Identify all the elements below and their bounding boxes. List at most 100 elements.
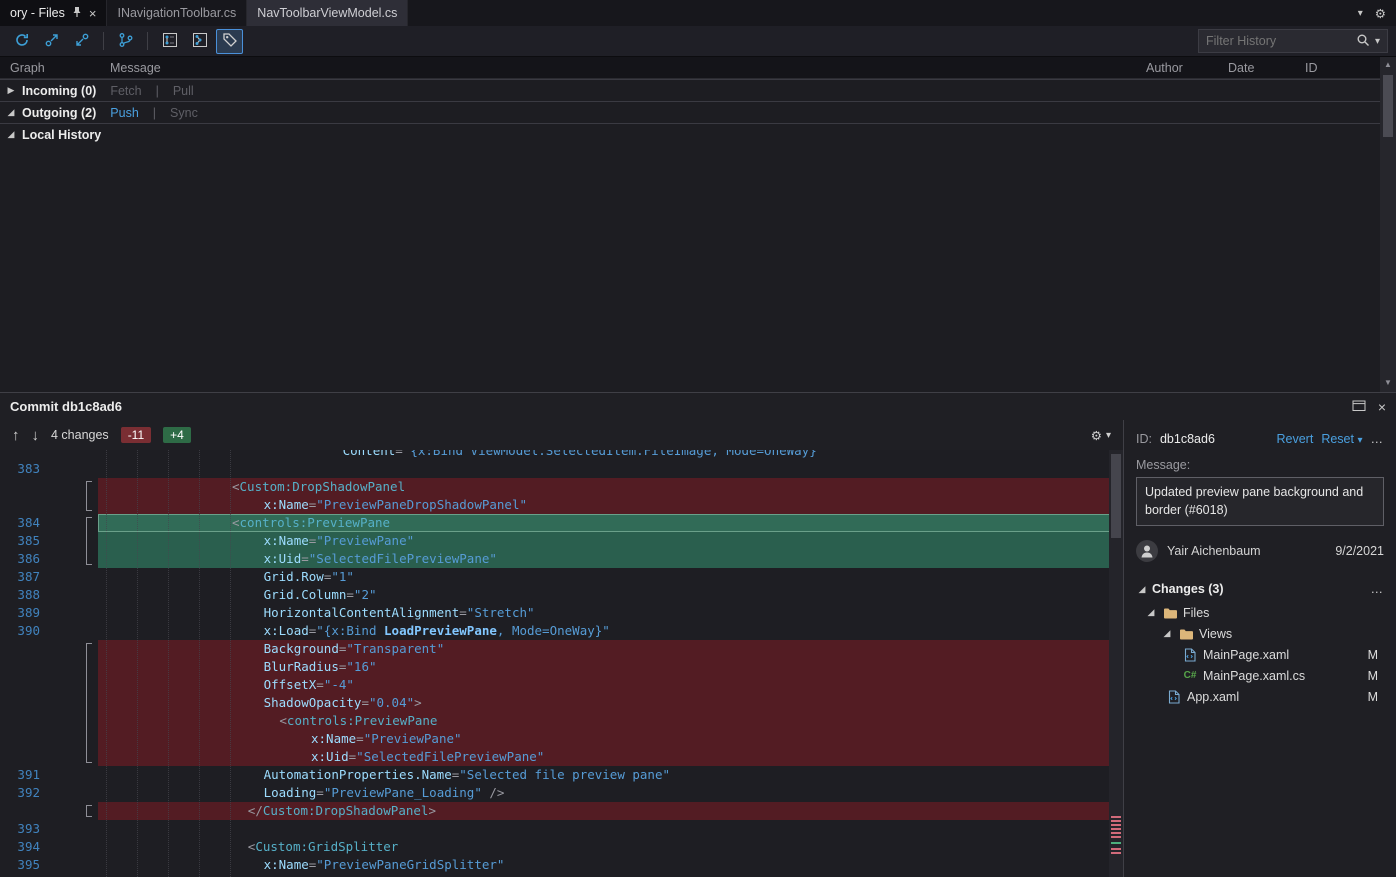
close-panel-icon[interactable]: × — [1378, 399, 1386, 415]
go-to-last-commit-button[interactable] — [68, 29, 95, 54]
diff-line[interactable]: 389HorizontalContentAlignment="Stretch" — [0, 604, 1123, 622]
tree-item-mainpage-xaml[interactable]: MainPage.xamlM — [1136, 644, 1384, 665]
scroll-up-icon[interactable]: ▲ — [1384, 57, 1392, 72]
diff-line[interactable]: <Custom:DropShadowPanel — [0, 478, 1123, 496]
column-header-date[interactable]: Date — [1228, 61, 1305, 75]
collapsed-icon[interactable]: ▶ — [5, 85, 17, 96]
reset-link[interactable]: Reset ▾ — [1321, 432, 1362, 446]
diff-line[interactable]: Background="Transparent" — [0, 640, 1123, 658]
tree-item-mainpage-xaml-cs[interactable]: C#MainPage.xaml.csM — [1136, 665, 1384, 686]
diff-line[interactable]: x:Name="PreviewPaneDropShadowPanel" — [0, 496, 1123, 514]
diff-line-content: x:Load="{x:Bind LoadPreviewPane, Mode=On… — [98, 622, 1123, 640]
search-icon[interactable] — [1356, 33, 1370, 50]
diff-line-content: x:Name="PreviewPane" — [98, 730, 1123, 748]
diff-editor[interactable]: Content="{x:Bind ViewModel.SelectedItem.… — [0, 450, 1123, 877]
diff-line[interactable]: 387Grid.Row="1" — [0, 568, 1123, 586]
go-to-first-commit-button[interactable] — [38, 29, 65, 54]
history-section-row[interactable]: ▶Incoming (0)Fetch|Pull — [0, 79, 1380, 101]
tree-item-app-xaml[interactable]: App.xamlM — [1136, 686, 1384, 707]
expanded-icon[interactable]: ◢ — [1145, 607, 1157, 618]
column-header-id[interactable]: ID — [1305, 61, 1380, 75]
reset-caret-icon[interactable]: ▾ — [1357, 435, 1362, 446]
search-options-caret-icon[interactable]: ▾ — [1375, 36, 1380, 47]
previous-change-icon[interactable]: ↑ — [12, 427, 20, 444]
commit-history-panel: Graph Message Author Date ID ▶Incoming (… — [0, 57, 1396, 392]
diff-line[interactable]: 386x:Uid="SelectedFilePreviewPane" — [0, 550, 1123, 568]
column-header-author[interactable]: Author — [1146, 61, 1228, 75]
section-action-fetch[interactable]: Fetch — [110, 84, 141, 98]
refresh-button[interactable] — [8, 29, 35, 54]
column-header-message[interactable]: Message — [110, 61, 1146, 75]
diff-margin — [56, 532, 98, 550]
diff-margin — [56, 730, 98, 748]
expanded-icon[interactable]: ◢ — [1161, 628, 1173, 639]
diff-line[interactable]: x:Name="PreviewPane" — [0, 730, 1123, 748]
scroll-down-icon[interactable]: ▼ — [1384, 375, 1392, 390]
tree-item-views[interactable]: ◢Views — [1136, 623, 1384, 644]
diff-line[interactable]: 392Loading="PreviewPane_Loading" /> — [0, 784, 1123, 802]
overview-mark — [1111, 828, 1121, 830]
section-action-pull[interactable]: Pull — [173, 84, 194, 98]
diff-line[interactable]: 391AutomationProperties.Name="Selected f… — [0, 766, 1123, 784]
next-change-icon[interactable]: ↓ — [32, 427, 40, 444]
tab-history-files[interactable]: ory - Files × — [0, 0, 107, 26]
close-icon[interactable]: × — [89, 6, 97, 21]
diff-line[interactable]: 393 — [0, 820, 1123, 838]
commit-message-box[interactable]: Updated preview pane background and bord… — [1136, 477, 1384, 526]
diff-line[interactable]: x:Uid="SelectedFilePreviewPane" — [0, 748, 1123, 766]
more-actions-icon[interactable]: … — [1371, 432, 1385, 446]
expanded-icon[interactable]: ◢ — [5, 107, 17, 118]
diff-line[interactable]: BlurRadius="16" — [0, 658, 1123, 676]
section-action-push[interactable]: Push — [110, 106, 139, 120]
diff-margin — [56, 586, 98, 604]
tab-inavigationtoolbar[interactable]: INavigationToolbar.cs — [107, 0, 247, 26]
revert-link[interactable]: Revert — [1277, 432, 1314, 446]
tab-list-caret-icon[interactable]: ▾ — [1358, 8, 1363, 19]
branch-button[interactable] — [112, 29, 139, 54]
scrollbar-thumb[interactable] — [1383, 75, 1393, 137]
diff-line[interactable]: 385x:Name="PreviewPane" — [0, 532, 1123, 550]
changes-more-icon[interactable]: … — [1371, 582, 1385, 596]
diff-margin — [56, 658, 98, 676]
diff-settings-caret-icon[interactable]: ▾ — [1106, 430, 1111, 441]
expanded-icon[interactable]: ◢ — [5, 129, 17, 140]
history-section-row[interactable]: ◢Outgoing (2)Push|Sync — [0, 101, 1380, 123]
diff-line[interactable]: 383 — [0, 460, 1123, 478]
diff-line[interactable]: <controls:PreviewPane — [0, 712, 1123, 730]
history-section-row[interactable]: ◢Local History — [0, 123, 1380, 145]
diff-settings-gear-icon[interactable]: ⚙ — [1091, 428, 1102, 443]
column-header-graph[interactable]: Graph — [0, 61, 110, 75]
diff-line[interactable]: 394<Custom:GridSplitter — [0, 838, 1123, 856]
diff-line[interactable]: 388Grid.Column="2" — [0, 586, 1123, 604]
filter-history-input[interactable] — [1206, 34, 1351, 48]
diff-gutter-number — [0, 712, 56, 730]
diff-line[interactable]: Content="{x:Bind ViewModel.SelectedItem.… — [0, 450, 1123, 460]
tab-navtoolbarviewmodel[interactable]: NavToolbarViewModel.cs — [247, 0, 408, 26]
section-action-sync[interactable]: Sync — [170, 106, 198, 120]
tag-icon — [222, 32, 238, 51]
graph-detail-toggle[interactable] — [186, 29, 213, 54]
diff-scrollbar-thumb[interactable] — [1111, 454, 1121, 538]
diff-line[interactable]: </Custom:DropShadowPanel> — [0, 802, 1123, 820]
show-tags-toggle[interactable] — [216, 29, 243, 54]
diff-line[interactable]: ShadowOpacity="0.04"> — [0, 694, 1123, 712]
file-name: Files — [1183, 606, 1209, 620]
diff-line[interactable]: 384<controls:PreviewPane — [0, 514, 1123, 532]
pin-icon[interactable] — [72, 6, 82, 21]
diff-line-content: HorizontalContentAlignment="Stretch" — [98, 604, 1123, 622]
folder-icon — [1162, 607, 1178, 619]
change-bracket — [86, 712, 92, 730]
expanded-icon[interactable]: ◢ — [1136, 584, 1148, 595]
diff-line[interactable]: 395x:Name="PreviewPaneGridSplitter" — [0, 856, 1123, 874]
history-scrollbar[interactable]: ▲ ▼ — [1380, 57, 1396, 392]
dock-pane-icon[interactable] — [1352, 399, 1366, 415]
diff-margin — [56, 496, 98, 514]
diff-gutter-number — [0, 748, 56, 766]
branch-icon — [118, 32, 134, 51]
graph-view-toggle[interactable] — [156, 29, 183, 54]
diff-scrollbar[interactable] — [1109, 450, 1123, 877]
window-gear-icon[interactable]: ⚙ — [1375, 6, 1386, 21]
diff-line[interactable]: OffsetX="-4" — [0, 676, 1123, 694]
tree-item-files[interactable]: ◢ Files — [1136, 602, 1384, 623]
diff-line[interactable]: 390x:Load="{x:Bind LoadPreviewPane, Mode… — [0, 622, 1123, 640]
